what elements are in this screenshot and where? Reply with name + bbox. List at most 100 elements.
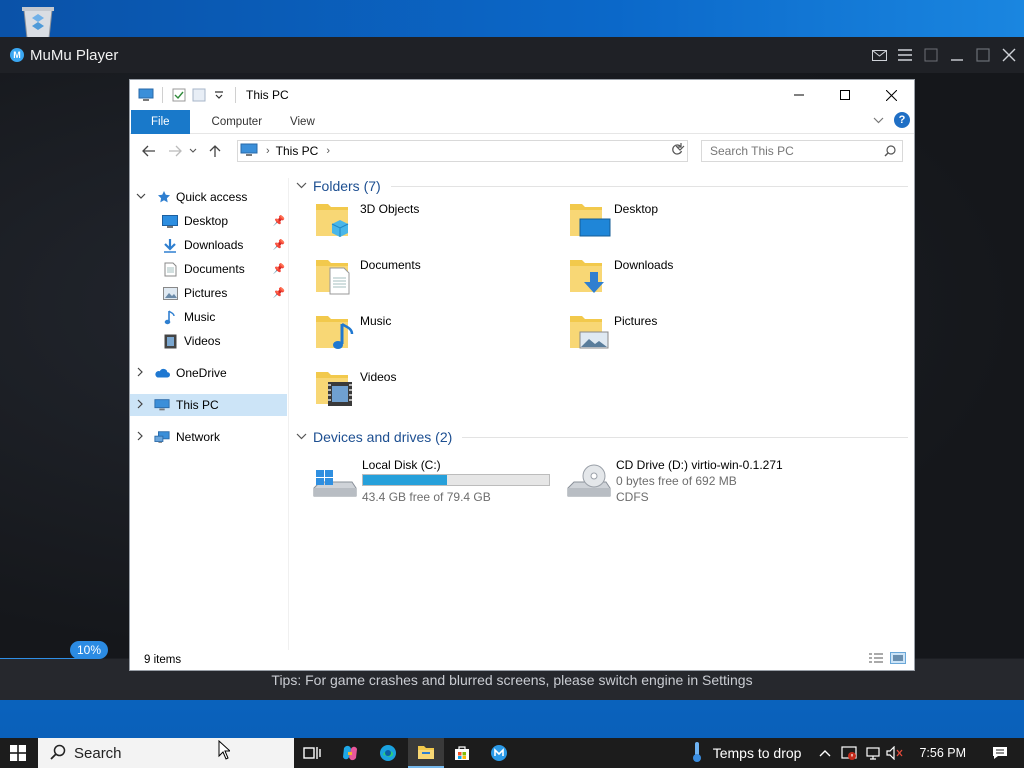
pin-icon[interactable]: 📌 (273, 216, 285, 227)
nav-onedrive[interactable]: OneDrive (130, 362, 287, 384)
clock[interactable]: 7:56 PM (919, 746, 966, 760)
pin-window-icon[interactable] (922, 46, 940, 64)
chevron-down-icon[interactable] (136, 192, 148, 203)
download-arrow-icon (162, 237, 178, 253)
copilot-icon[interactable] (332, 738, 368, 768)
nav-quick-access[interactable]: Quick access (130, 186, 287, 208)
explorer-title-bar: This PC (130, 80, 914, 110)
search-box[interactable]: Search This PC (701, 140, 903, 162)
search-icon (50, 744, 66, 763)
nav-label: Desktop (184, 214, 229, 228)
drive-item[interactable]: CD Drive (D:) virtio-win-0.1.271 0 bytes… (564, 458, 814, 514)
up-button[interactable] (204, 140, 226, 162)
close-icon[interactable] (1000, 46, 1018, 64)
details-view-icon[interactable] (868, 652, 884, 667)
address-text[interactable]: This PC (276, 144, 319, 158)
chevron-right-icon[interactable] (136, 367, 148, 380)
start-button[interactable] (0, 738, 36, 768)
nav-network[interactable]: Network (130, 426, 287, 448)
store-icon[interactable] (444, 738, 480, 768)
help-icon[interactable]: ? (894, 112, 910, 128)
taskbar: Search Temps to drop 7:56 PM (0, 738, 1024, 768)
maximize-icon[interactable] (974, 46, 992, 64)
this-pc-icon (240, 143, 258, 160)
folder-item[interactable]: Pictures (568, 310, 808, 358)
search-icon[interactable] (884, 145, 896, 160)
mumu-title: MuMu Player (30, 46, 119, 64)
edge-icon[interactable] (370, 738, 406, 768)
address-bar[interactable]: › This PC › (237, 140, 688, 162)
folder-item[interactable]: Videos (314, 366, 554, 414)
refresh-icon[interactable] (671, 143, 683, 159)
back-button[interactable] (138, 140, 160, 162)
search-input[interactable]: Search This PC (710, 144, 794, 158)
mouse-cursor-icon (218, 739, 232, 763)
music-note-icon (162, 309, 178, 325)
folder-item[interactable]: Downloads (568, 254, 808, 302)
folder-name: Videos (360, 370, 397, 384)
folder-item[interactable]: Documents (314, 254, 554, 302)
file-explorer-taskbar-icon[interactable] (408, 738, 444, 768)
forward-button[interactable] (164, 140, 186, 162)
chevron-down-icon[interactable] (296, 180, 307, 192)
nav-downloads[interactable]: Downloads 📌 (130, 234, 287, 256)
volume-muted-icon[interactable] (885, 743, 905, 763)
task-view-icon[interactable] (294, 738, 330, 768)
folder-item[interactable]: Music (314, 310, 554, 358)
taskbar-search[interactable]: Search (38, 738, 294, 768)
network-status-icon[interactable] (863, 743, 883, 763)
this-pc-icon (154, 397, 170, 413)
security-alert-icon[interactable] (839, 743, 859, 763)
drive-usage-bar (362, 474, 550, 486)
chevron-down-icon[interactable] (296, 431, 307, 443)
mail-icon[interactable] (870, 46, 888, 64)
chevron-right-icon[interactable] (136, 399, 148, 412)
tab-view[interactable]: View (276, 110, 329, 134)
drive-item[interactable]: Local Disk (C:) 43.4 GB free of 79.4 GB (310, 458, 560, 514)
thermometer-icon[interactable] (691, 741, 703, 766)
new-folder-icon[interactable] (191, 87, 207, 103)
pin-icon[interactable]: 📌 (273, 288, 285, 299)
drive-name: Local Disk (C:) (362, 458, 441, 472)
folders-group-header[interactable]: Folders (7) (296, 178, 908, 194)
chevron-right-icon[interactable] (136, 431, 148, 444)
tab-computer[interactable]: Computer (190, 110, 277, 134)
minimize-button[interactable] (776, 80, 822, 110)
status-bar: 9 items (130, 650, 914, 670)
this-pc-icon (138, 87, 154, 103)
recent-locations-button[interactable] (186, 140, 200, 162)
drives-group-header[interactable]: Devices and drives (2) (296, 429, 908, 445)
videos-folder-icon (314, 366, 358, 410)
expand-ribbon-icon[interactable] (873, 113, 884, 127)
weather-text[interactable]: Temps to drop (713, 745, 802, 761)
nav-this-pc[interactable]: This PC (130, 394, 287, 416)
nav-documents[interactable]: Documents 📌 (130, 258, 287, 280)
close-button[interactable] (868, 80, 914, 110)
properties-icon[interactable] (171, 87, 187, 103)
pin-icon[interactable]: 📌 (273, 240, 285, 251)
large-icons-view-icon[interactable] (890, 652, 906, 667)
tab-file[interactable]: File (131, 109, 190, 134)
taskbar-search-text[interactable]: Search (74, 745, 122, 762)
nav-music[interactable]: Music (130, 306, 287, 328)
mumu-player-taskbar-icon[interactable] (481, 738, 517, 768)
chevron-up-icon[interactable] (815, 743, 835, 763)
minimize-icon[interactable] (948, 46, 966, 64)
nav-pictures[interactable]: Pictures 📌 (130, 282, 287, 304)
notifications-icon[interactable] (990, 743, 1010, 763)
folder-item[interactable]: Desktop (568, 198, 808, 246)
mumu-logo-icon: M (10, 48, 24, 62)
nav-label: Network (176, 430, 221, 444)
nav-desktop[interactable]: Desktop 📌 (130, 210, 287, 232)
item-count: 9 items (144, 654, 182, 666)
menu-icon[interactable] (896, 46, 914, 64)
customize-qat-icon[interactable] (211, 87, 227, 103)
folder-item[interactable]: 3D Objects (314, 198, 554, 246)
pin-icon[interactable]: 📌 (273, 264, 285, 275)
nav-videos[interactable]: Videos (130, 330, 287, 352)
maximize-button[interactable] (822, 80, 868, 110)
recycle-bin-icon[interactable] (18, 6, 58, 39)
chevron-right-icon[interactable]: › (326, 145, 330, 157)
3d-objects-folder-icon (314, 198, 358, 242)
picture-icon (162, 285, 178, 301)
